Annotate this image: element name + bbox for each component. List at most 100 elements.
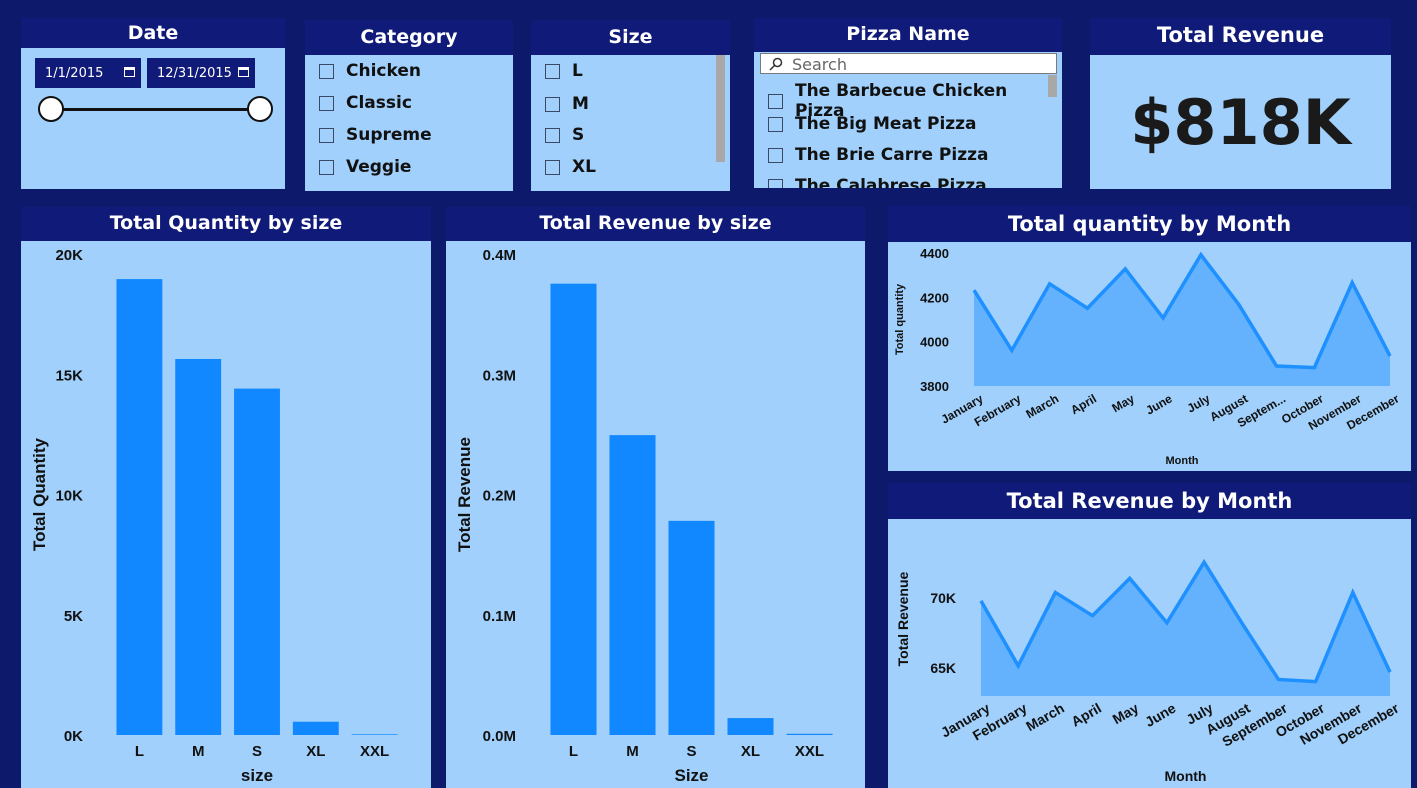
x-tick-label: May bbox=[1110, 700, 1142, 728]
date-slicer-title: Date bbox=[21, 18, 285, 48]
y-tick-label: 65K bbox=[930, 660, 956, 676]
quantity-by-month-chart: Total quantity by Month 3800 4000 4200 4400… bbox=[888, 206, 1411, 471]
checkbox[interactable] bbox=[768, 93, 783, 109]
bar-xxl bbox=[351, 734, 398, 735]
pizza-slicer-scrollbar[interactable] bbox=[1048, 75, 1057, 97]
checkbox[interactable] bbox=[319, 159, 334, 175]
size-option-label: M bbox=[572, 94, 589, 114]
x-axis-label: Size bbox=[674, 766, 708, 785]
y-tick-label: 20K bbox=[55, 247, 83, 264]
y-axis-label: Total Revenue bbox=[895, 571, 911, 666]
x-tick-label: XXL bbox=[795, 743, 824, 760]
calendar-icon[interactable] bbox=[124, 67, 135, 77]
bar-m bbox=[609, 435, 656, 735]
x-tick-label: L bbox=[135, 743, 144, 760]
y-tick-label: 0K bbox=[64, 728, 83, 745]
y-tick-label: 15K bbox=[55, 367, 83, 384]
checkbox[interactable] bbox=[319, 127, 334, 143]
pizza-option-label: The Calabrese Pizza bbox=[795, 176, 987, 188]
chart-title: Total Revenue by size bbox=[446, 207, 865, 241]
pizza-option[interactable]: The Big Meat Pizza bbox=[768, 114, 977, 134]
bar-s bbox=[668, 520, 715, 735]
category-option[interactable]: Chicken bbox=[319, 61, 421, 81]
kpi-card: Total Revenue $818K bbox=[1090, 18, 1391, 189]
checkbox[interactable] bbox=[319, 95, 334, 111]
y-axis-label: Total Revenue bbox=[455, 437, 474, 552]
x-tick-label: June bbox=[1142, 700, 1178, 730]
category-slicer-title: Category bbox=[305, 20, 513, 55]
y-axis-label: Total quantity bbox=[894, 283, 906, 355]
kpi-value: $818K bbox=[1130, 86, 1351, 159]
bar-xl bbox=[292, 721, 339, 735]
start-date-value: 1/1/2015 bbox=[45, 65, 104, 81]
end-date-value: 12/31/2015 bbox=[157, 65, 232, 81]
checkbox[interactable] bbox=[768, 147, 783, 163]
pizza-option[interactable]: The Calabrese Pizza bbox=[768, 176, 987, 188]
size-option[interactable]: XL bbox=[545, 157, 596, 177]
kpi-title: Total Revenue bbox=[1090, 18, 1391, 55]
y-axis-label: Total Quantity bbox=[30, 437, 49, 551]
start-date-input[interactable]: 1/1/2015 bbox=[35, 58, 141, 88]
x-tick-label: L bbox=[569, 743, 578, 760]
x-axis-label: size bbox=[241, 766, 273, 785]
x-axis-label: Month bbox=[1166, 455, 1199, 467]
checkbox[interactable] bbox=[768, 178, 783, 188]
x-tick-label: M bbox=[626, 743, 639, 760]
category-option[interactable]: Veggie bbox=[319, 157, 411, 177]
bar-l bbox=[116, 279, 163, 735]
chart-title: Total Quantity by size bbox=[21, 207, 431, 241]
x-tick-label: M bbox=[192, 743, 205, 760]
x-tick-label: March bbox=[1024, 391, 1062, 421]
checkbox[interactable] bbox=[768, 116, 783, 132]
quantity-by-month-plot: 3800400042004400JanuaryFebruary March Apri… bbox=[894, 246, 1402, 467]
search-icon bbox=[769, 57, 783, 71]
category-option-label: Supreme bbox=[346, 125, 432, 145]
y-tick-label: 0.3M bbox=[483, 367, 516, 384]
size-option[interactable]: S bbox=[545, 125, 584, 145]
x-tick-label: S bbox=[686, 743, 696, 760]
pizza-option-label: The Big Meat Pizza bbox=[795, 114, 977, 134]
size-option-label: L bbox=[572, 61, 583, 81]
x-tick-label: June bbox=[1143, 391, 1175, 417]
size-slicer-scrollbar[interactable] bbox=[716, 55, 725, 162]
x-tick-label: April bbox=[1068, 700, 1104, 730]
x-tick-label: April bbox=[1068, 391, 1099, 417]
size-slicer-title: Size bbox=[531, 20, 730, 55]
category-slicer: Category Chicken Classic Supreme Veggie bbox=[305, 20, 513, 191]
date-range-track bbox=[52, 108, 261, 111]
search-input[interactable]: Search bbox=[760, 53, 1057, 74]
chart-title: Total Revenue by Month bbox=[888, 483, 1411, 519]
bar-l bbox=[550, 283, 597, 735]
calendar-icon[interactable] bbox=[238, 67, 249, 77]
checkbox[interactable] bbox=[545, 127, 560, 143]
y-tick-label: 4400 bbox=[920, 246, 949, 261]
x-axis-label: Month bbox=[1165, 768, 1207, 784]
y-tick-label: 5K bbox=[64, 608, 83, 625]
area-fill bbox=[981, 562, 1390, 696]
date-range-start-handle[interactable] bbox=[38, 96, 64, 122]
bar-m bbox=[175, 358, 222, 735]
pizza-name-slicer-title: Pizza Name bbox=[754, 18, 1062, 52]
y-tick-label: 3800 bbox=[920, 379, 949, 394]
area-fill bbox=[974, 254, 1390, 386]
end-date-input[interactable]: 12/31/2015 bbox=[147, 58, 255, 88]
checkbox[interactable] bbox=[545, 63, 560, 79]
size-option[interactable]: L bbox=[545, 61, 583, 81]
checkbox[interactable] bbox=[545, 96, 560, 112]
size-option[interactable]: M bbox=[545, 94, 589, 114]
revenue-by-month-chart: Total Revenue by Month 65K 70K January Febr… bbox=[888, 483, 1411, 788]
pizza-name-slicer: Pizza Name Search The Barbecue Chicken P… bbox=[754, 18, 1062, 188]
checkbox[interactable] bbox=[319, 63, 334, 79]
size-option-label: XL bbox=[572, 157, 596, 177]
x-tick-label: March bbox=[1023, 700, 1067, 734]
revenue-by-month-plot: 65K70KJanuaryFebruaryMarch April May June Ju… bbox=[895, 558, 1402, 784]
category-option[interactable]: Supreme bbox=[319, 125, 432, 145]
date-range-end-handle[interactable] bbox=[247, 96, 273, 122]
size-option-label: S bbox=[572, 125, 585, 145]
pizza-option[interactable]: The Brie Carre Pizza bbox=[768, 145, 988, 165]
category-option[interactable]: Classic bbox=[319, 93, 412, 113]
quantity-by-size-chart: Total Quantity by size 0K 5K 10K 15K 20K L M S X… bbox=[21, 207, 431, 788]
bar-xl bbox=[727, 718, 774, 735]
y-tick-label: 70K bbox=[930, 590, 956, 606]
checkbox[interactable] bbox=[545, 159, 560, 175]
